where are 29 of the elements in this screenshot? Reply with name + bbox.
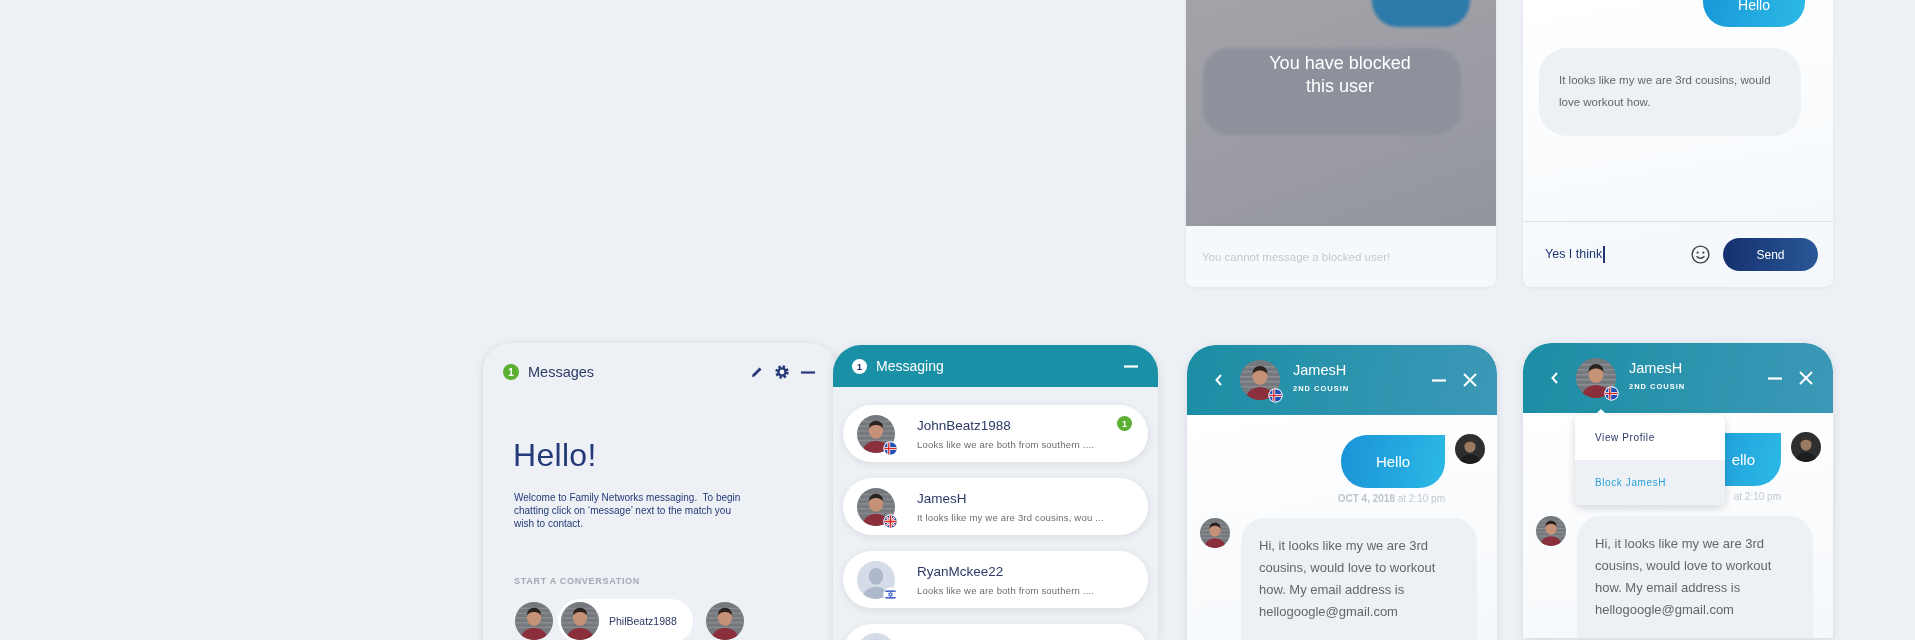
conversation-card[interactable]: RyanMckee22 Looks like we are both from southern .... xyxy=(843,551,1148,608)
message-input[interactable]: Yes I think xyxy=(1545,246,1691,263)
unread-badge: 1 xyxy=(503,364,519,380)
received-message: Hi, it looks like my we are 3rd cousins, would love to workout how. My email address is hellogoogle@gmail.com xyxy=(1241,518,1477,640)
sent-message: Hello xyxy=(1341,435,1445,488)
conversation-card[interactable]: JamesH It looks like my we are 3rd cousins, wou ... xyxy=(843,478,1148,535)
panel-title: Messages xyxy=(528,364,596,380)
menu-item[interactable]: View Profile xyxy=(1575,415,1725,460)
unread-badge: 1 xyxy=(1117,416,1132,431)
section-label: START A CONVERSATION xyxy=(514,576,641,586)
contact-name: JohnBeatz1988 xyxy=(917,417,1012,433)
contact-name: RyanMckee22 xyxy=(917,563,1005,579)
message-preview: Looks like we are both from southern .... xyxy=(917,438,1096,450)
contact-name: JamesH xyxy=(917,490,968,506)
contact-chip[interactable]: PhilBeatz1988 xyxy=(558,599,693,640)
received-message: Hi, it looks like my we are 3rd cousins, would love to workout how. My email address is hellogoogle@gmail.com xyxy=(1577,516,1813,638)
message-preview: Looks like we are both from southern .... xyxy=(917,584,1096,596)
welcome-heading: Hello! xyxy=(513,437,598,474)
send-button[interactable]: Send xyxy=(1723,238,1818,271)
contact-name: JamesH xyxy=(1293,361,1348,378)
conversation-card[interactable]: JohnBeatz1988 Looks like we are both from southern .... 1 xyxy=(843,405,1148,462)
welcome-text: Welcome to Family Networks messaging. To begin chatting click on ‘message’ next to the match you wish to contact. xyxy=(514,491,742,530)
message-preview: It looks like my we are 3rd cousins, wou ... xyxy=(917,511,1105,523)
blocked-notice: You have blocked this user xyxy=(1268,52,1412,98)
contact-name: JamesH xyxy=(1629,359,1684,376)
sent-message: Hello xyxy=(1703,0,1805,27)
unread-badge: 1 xyxy=(852,358,867,374)
panel-title: Messaging xyxy=(876,358,945,374)
received-message: It looks like my we are 3rd cousins, would love workout how. xyxy=(1539,48,1801,136)
